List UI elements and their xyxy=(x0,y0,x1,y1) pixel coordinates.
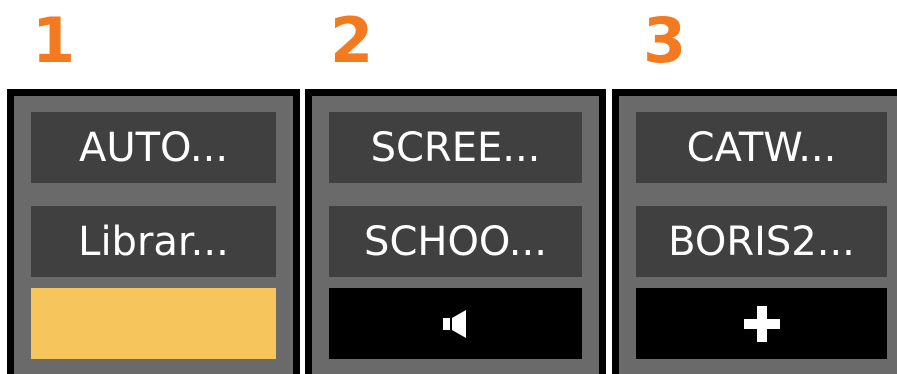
panel-3-add-button[interactable] xyxy=(636,288,887,359)
panel-2: SCREE... SCHOO... xyxy=(305,89,606,374)
panel-3: CATW... BORIS2... xyxy=(612,89,897,374)
panel-2-speaker-button[interactable] xyxy=(329,288,582,359)
panel-1-slot-2-button[interactable]: Librar... xyxy=(31,206,276,277)
panel-3-body: CATW... BORIS2... xyxy=(619,96,897,374)
panel-3-slot-1-button[interactable]: CATW... xyxy=(636,112,887,183)
panel-1-slot-1-button[interactable]: AUTO... xyxy=(31,112,276,183)
panel-1-number: 1 xyxy=(32,4,76,77)
panel-2-slot-1-button[interactable]: SCREE... xyxy=(329,112,582,183)
panel-2-body: SCREE... SCHOO... xyxy=(312,96,599,374)
screenshot-stage: 1 2 3 AUTO... Librar... SCREE... SCHOO..… xyxy=(0,0,897,374)
panel-3-slot-2-button[interactable]: BORIS2... xyxy=(636,206,887,277)
panel-2-number: 2 xyxy=(330,4,374,77)
panel-2-slot-2-button[interactable]: SCHOO... xyxy=(329,206,582,277)
speaker-icon xyxy=(442,309,470,339)
panel-3-number: 3 xyxy=(643,4,687,77)
panel-1: AUTO... Librar... xyxy=(7,89,300,374)
plus-icon xyxy=(742,304,782,344)
panel-1-body: AUTO... Librar... xyxy=(14,96,293,374)
panel-1-empty-slot-button[interactable] xyxy=(31,288,276,359)
